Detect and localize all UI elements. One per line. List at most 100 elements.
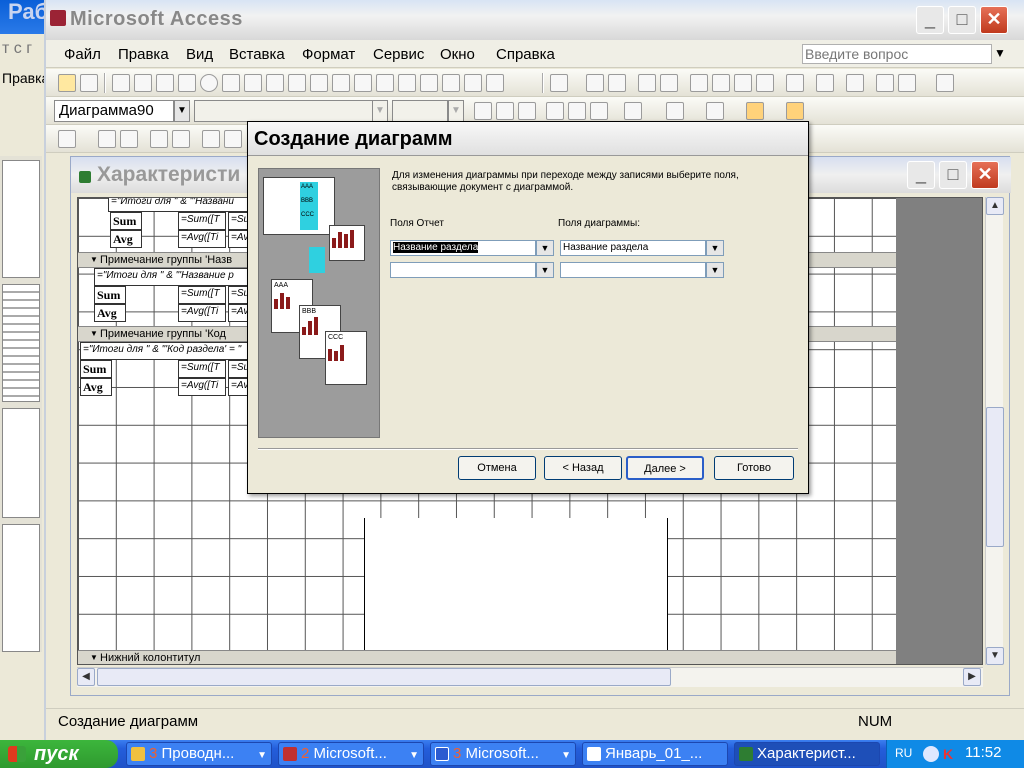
vertical-scrollbar[interactable]: ▲ ▼ — [985, 197, 1004, 665]
image-tool-icon[interactable] — [310, 74, 328, 92]
taskbar-button-explorer[interactable]: 3 Проводн... ▼ — [126, 742, 272, 766]
scroll-down-icon[interactable]: ▼ — [986, 647, 1004, 665]
chevron-down-icon[interactable]: ▼ — [448, 100, 464, 122]
sum-expression[interactable]: =Sum([Т — [178, 360, 226, 378]
object-combo[interactable]: Диаграмма90 — [54, 100, 174, 122]
combobox-tool-icon[interactable] — [244, 74, 262, 92]
sum-label[interactable]: Sum — [94, 286, 126, 304]
fill-color-icon[interactable] — [624, 102, 642, 120]
maximize-button[interactable]: □ — [939, 161, 967, 189]
chevron-down-icon[interactable]: ▼ — [706, 262, 724, 278]
sum-label[interactable]: Sum — [110, 212, 142, 230]
search-icon[interactable] — [120, 130, 138, 148]
listbox-tool-icon[interactable] — [266, 74, 284, 92]
undo-icon[interactable] — [786, 74, 804, 92]
dialog-title[interactable]: Создание диаграмм — [248, 122, 808, 156]
align-center-icon[interactable] — [568, 102, 586, 120]
background-window-title[interactable]: Раб — [0, 0, 48, 34]
toggle-button-icon[interactable] — [178, 74, 196, 92]
option-group-icon[interactable] — [156, 74, 174, 92]
cut-icon[interactable] — [202, 130, 220, 148]
tray-back-icon[interactable] — [923, 746, 939, 762]
menu-edit[interactable]: Правка — [118, 46, 169, 63]
font-combo[interactable] — [194, 100, 374, 122]
scroll-left-icon[interactable]: ◀ — [77, 668, 95, 686]
font-color-icon[interactable] — [666, 102, 684, 120]
page-break-icon[interactable] — [376, 74, 394, 92]
menu-help[interactable]: Справка — [496, 46, 555, 63]
menu-window[interactable]: Окно — [440, 46, 475, 63]
scroll-thumb[interactable] — [986, 407, 1004, 547]
checkbox-tool-icon[interactable] — [222, 74, 240, 92]
help-icon[interactable] — [936, 74, 954, 92]
save-icon[interactable] — [98, 130, 116, 148]
chevron-down-icon[interactable]: ▼ — [536, 262, 554, 278]
search-icon[interactable] — [608, 74, 626, 92]
taskbar-button-report[interactable]: Характерист... — [734, 742, 880, 766]
line-color-icon[interactable] — [706, 102, 724, 120]
command-button-icon[interactable] — [288, 74, 306, 92]
italic-icon[interactable] — [496, 102, 514, 120]
cut-icon[interactable] — [690, 74, 708, 92]
bound-frame-icon[interactable] — [354, 74, 372, 92]
sum-expression[interactable]: =Sum([Т — [178, 212, 226, 230]
properties-icon[interactable] — [876, 74, 894, 92]
taskbar-button-access[interactable]: 2 Microsoft... ▼ — [278, 742, 424, 766]
avg-label[interactable]: Avg — [94, 304, 126, 322]
sum-label[interactable]: Sum — [80, 360, 112, 378]
font-size-combo[interactable] — [392, 100, 448, 122]
select-objects-icon[interactable] — [58, 74, 76, 92]
print-icon[interactable] — [150, 130, 168, 148]
copy-icon[interactable] — [224, 130, 242, 148]
scroll-right-icon[interactable]: ▶ — [963, 668, 981, 686]
rectangle-tool-icon[interactable] — [464, 74, 482, 92]
wizard-icon[interactable] — [80, 74, 98, 92]
align-left-icon[interactable] — [546, 102, 564, 120]
option-button-icon[interactable] — [200, 74, 218, 92]
scroll-thumb[interactable] — [97, 668, 671, 686]
paste-icon[interactable] — [734, 74, 752, 92]
minimize-button[interactable]: _ — [916, 6, 944, 34]
copy-icon[interactable] — [712, 74, 730, 92]
subform-icon[interactable] — [420, 74, 438, 92]
group-total-textbox[interactable]: ="Итоги для " & "'Название р — [94, 268, 250, 286]
access-titlebar[interactable]: Microsoft Access _ □ ✕ — [46, 0, 1024, 40]
line-tool-icon[interactable] — [442, 74, 460, 92]
help-dropdown-icon[interactable]: ▼ — [994, 46, 1006, 60]
chart-field-select-1[interactable]: Название раздела — [560, 240, 706, 256]
menu-tools[interactable]: Сервис — [373, 46, 424, 63]
scroll-up-icon[interactable]: ▲ — [986, 197, 1004, 215]
horizontal-scrollbar[interactable]: ◀ ▶ — [77, 667, 983, 687]
view-icon[interactable] — [58, 130, 76, 148]
view-icon[interactable] — [550, 74, 568, 92]
thumbnail[interactable] — [2, 160, 40, 278]
cancel-button[interactable]: Отмена — [458, 456, 536, 480]
avg-label[interactable]: Avg — [110, 230, 142, 248]
taskbar-button-word[interactable]: 3 Microsoft... ▼ — [430, 742, 576, 766]
menu-file[interactable]: Файл — [64, 46, 101, 63]
bold-icon[interactable] — [474, 102, 492, 120]
report-field-select-1[interactable]: Название раздела — [390, 240, 536, 256]
label-tool-icon[interactable] — [112, 74, 130, 92]
avg-expression[interactable]: =Avg([Ti — [178, 304, 226, 322]
align-right-icon[interactable] — [590, 102, 608, 120]
antivirus-icon[interactable]: K — [943, 746, 957, 762]
code-icon[interactable] — [898, 74, 916, 92]
chevron-down-icon[interactable]: ▼ — [174, 100, 190, 122]
close-button[interactable]: ✕ — [971, 161, 999, 189]
format-painter-icon[interactable] — [756, 74, 774, 92]
language-indicator[interactable]: RU — [895, 746, 912, 760]
thumbnail[interactable] — [2, 284, 40, 402]
section-page-footer[interactable]: Нижний колонтитул — [78, 650, 896, 664]
help-question-input[interactable]: Введите вопрос — [802, 44, 992, 64]
finish-button[interactable]: Готово — [714, 456, 794, 480]
back-button[interactable]: < Назад — [544, 456, 622, 480]
start-button[interactable]: пуск — [0, 740, 118, 768]
print-preview-icon[interactable] — [660, 74, 678, 92]
menu-view[interactable]: Вид — [186, 46, 213, 63]
print-icon[interactable] — [638, 74, 656, 92]
save-icon[interactable] — [586, 74, 604, 92]
special-effect-icon[interactable] — [786, 102, 804, 120]
line-width-icon[interactable] — [746, 102, 764, 120]
thumbnail[interactable] — [2, 524, 40, 652]
